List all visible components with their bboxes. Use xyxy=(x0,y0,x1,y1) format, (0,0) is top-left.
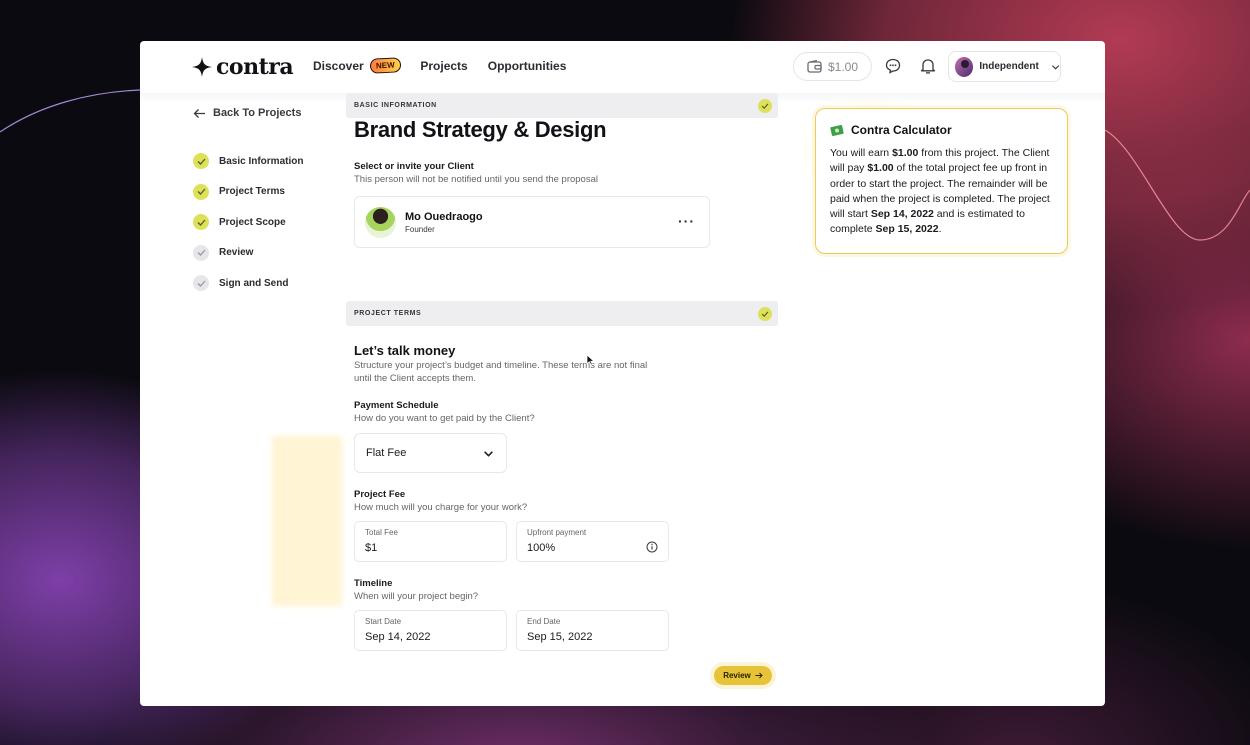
info-icon[interactable] xyxy=(646,541,658,553)
more-options-icon[interactable]: ··· xyxy=(678,213,695,229)
account-switcher[interactable]: Independent xyxy=(948,51,1061,82)
step-sign-and-send[interactable]: Sign and Send xyxy=(193,268,303,299)
upfront-payment-label: Upfront payment xyxy=(527,528,587,537)
step-list: Basic Information Project Terms Project … xyxy=(193,146,303,299)
project-fee-label: Project Fee xyxy=(354,489,406,500)
check-circle-icon xyxy=(193,275,209,292)
page-title: Brand Strategy & Design xyxy=(354,117,607,142)
nav-discover[interactable]: Discover NEW xyxy=(313,57,401,74)
decorative-glow xyxy=(272,436,342,606)
step-label: Project Scope xyxy=(219,216,286,228)
app-window: contra Discover NEW Projects Opportuniti… xyxy=(140,41,1105,706)
step-label: Review xyxy=(219,247,254,259)
chevron-down-icon xyxy=(1051,64,1060,70)
nav-opportunities[interactable]: Opportunities xyxy=(488,59,567,73)
payment-schedule-label: Payment Schedule xyxy=(354,400,439,411)
terms-intro-line-1: Structure your project’s budget and time… xyxy=(354,360,648,371)
check-circle-icon xyxy=(193,183,209,200)
check-circle-icon xyxy=(193,214,209,231)
end-date-label: End Date xyxy=(527,617,561,626)
total-fee-value: $1 xyxy=(365,542,378,554)
client-card[interactable]: Mo Ouedraogo Founder ··· xyxy=(354,196,710,248)
step-label: Sign and Send xyxy=(219,277,289,289)
start-date-label: Start Date xyxy=(365,617,402,626)
end-date-value: Sep 15, 2022 xyxy=(527,631,593,643)
review-button-label: Review xyxy=(723,671,751,680)
project-terms-header: PROJECT TERMS xyxy=(346,301,778,326)
wallet-icon xyxy=(807,60,822,73)
wallet-amount: $1.00 xyxy=(827,59,859,74)
contra-calculator-card: Contra Calculator You will earn $1.00 fr… xyxy=(815,108,1068,254)
upfront-payment-field[interactable]: Upfront payment 100% xyxy=(516,521,669,562)
top-bar: contra Discover NEW Projects Opportuniti… xyxy=(140,41,1105,93)
pay-amount: $1.00 xyxy=(867,162,894,175)
mouse-cursor-icon xyxy=(586,354,595,366)
earn-amount: $1.00 xyxy=(892,147,919,159)
summary-text: . xyxy=(938,223,942,236)
review-button[interactable]: Review xyxy=(714,666,772,685)
contra-star-icon xyxy=(192,57,212,77)
messages-button[interactable] xyxy=(883,56,903,76)
account-name: Independent xyxy=(979,61,1039,72)
payment-schedule-select[interactable]: Flat Fee xyxy=(354,433,507,473)
bell-icon xyxy=(920,59,936,74)
arrow-left-icon xyxy=(193,108,205,118)
check-circle-icon xyxy=(758,98,772,113)
section-label: PROJECT TERMS xyxy=(354,310,422,317)
section-label: BASIC INFORMATION xyxy=(354,102,437,109)
step-basic-information[interactable]: Basic Information xyxy=(193,146,303,177)
end-date-field[interactable]: End Date Sep 15, 2022 xyxy=(516,610,669,651)
back-label: Back To Projects xyxy=(213,107,302,119)
terms-heading: Let’s talk money xyxy=(354,343,456,358)
chat-icon xyxy=(885,58,901,74)
payment-schedule-value: Flat Fee xyxy=(366,447,407,459)
step-label: Project Terms xyxy=(219,186,285,198)
calculator-summary: You will earn $1.00 from this project. T… xyxy=(830,146,1053,238)
back-to-projects-link[interactable]: Back To Projects xyxy=(193,107,301,119)
contra-logo[interactable]: contra xyxy=(192,54,294,80)
client-sub: This person will not be notified until y… xyxy=(354,174,598,185)
step-review[interactable]: Review xyxy=(193,238,303,269)
project-fee-sub: How much will you charge for your work? xyxy=(354,502,528,513)
nav-discover-label: Discover xyxy=(313,58,364,73)
total-fee-field[interactable]: Total Fee $1 xyxy=(354,521,507,562)
step-label: Basic Information xyxy=(219,155,304,167)
new-badge: NEW xyxy=(369,57,401,74)
check-circle-icon xyxy=(193,244,209,261)
money-icon xyxy=(830,124,844,136)
start-date: Sep 14, 2022 xyxy=(870,208,934,221)
logo-text: contra xyxy=(216,54,294,80)
check-circle-icon xyxy=(758,306,772,321)
summary-text: You will earn xyxy=(830,147,893,159)
start-date-value: Sep 14, 2022 xyxy=(365,631,431,643)
payment-schedule-sub: How do you want to get paid by the Clien… xyxy=(354,413,535,424)
timeline-sub: When will your project begin? xyxy=(354,591,479,602)
nav-projects[interactable]: Projects xyxy=(420,59,467,73)
chevron-down-icon xyxy=(484,450,493,457)
total-fee-label: Total Fee xyxy=(365,528,398,537)
arrow-right-icon xyxy=(755,672,763,679)
check-circle-icon xyxy=(193,153,209,170)
step-project-scope[interactable]: Project Scope xyxy=(193,207,303,238)
basic-information-header: BASIC INFORMATION xyxy=(346,93,778,118)
main-nav: Discover NEW Projects Opportunities xyxy=(313,57,567,74)
client-name: Mo Ouedraogo xyxy=(405,210,483,223)
client-role: Founder xyxy=(405,224,435,234)
avatar xyxy=(365,206,396,238)
upfront-payment-value: 100% xyxy=(527,542,556,554)
step-project-terms[interactable]: Project Terms xyxy=(193,177,303,208)
client-label: Select or invite your Client xyxy=(354,161,474,172)
timeline-label: Timeline xyxy=(354,578,393,589)
terms-intro-line-2: until the Client accepts them. xyxy=(354,373,476,384)
start-date-field[interactable]: Start Date Sep 14, 2022 xyxy=(354,610,507,651)
notifications-button[interactable] xyxy=(918,56,938,76)
avatar xyxy=(955,56,974,77)
wallet-balance-button[interactable]: $1.00 xyxy=(793,52,872,81)
end-date: Sep 15, 2022 xyxy=(875,223,939,236)
calculator-title: Contra Calculator xyxy=(851,123,952,137)
